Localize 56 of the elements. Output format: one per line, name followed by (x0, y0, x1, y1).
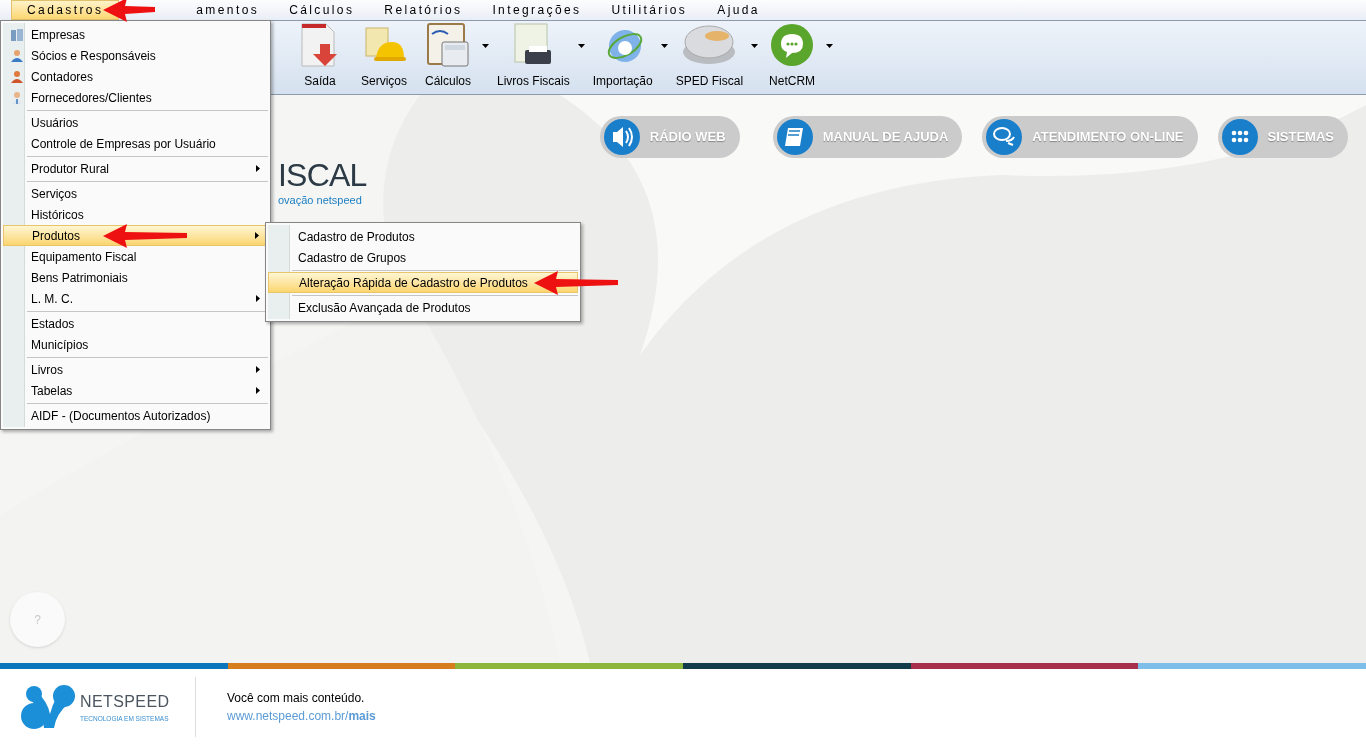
product-logo-subtitle: ovação netspeed (278, 193, 363, 208)
grid-dots-icon (1231, 130, 1248, 143)
chat-bubble-icon (769, 22, 816, 68)
menu-item[interactable]: Históricos (3, 204, 268, 225)
toolbar-button[interactable]: NetCRM (760, 22, 825, 90)
caret-icon[interactable] (751, 44, 759, 48)
menu-bar-item[interactable]: Utilitários (607, 0, 692, 20)
menu-item[interactable]: Controle de Empresas por Usuário (3, 133, 268, 154)
menu-item[interactable]: Alteração Rápida de Cadastro de Produtos (268, 272, 578, 293)
menu-bar-item[interactable]: Cadastros (11, 0, 120, 20)
toolbar-button[interactable]: Livros Fiscais (491, 22, 576, 90)
menu-item[interactable]: Produtor Rural (3, 158, 268, 179)
product-logo-title: ISCAL (278, 158, 368, 192)
person-icon (10, 90, 24, 105)
caret-icon[interactable] (482, 44, 489, 48)
menu-item[interactable]: Equipamento Fiscal (3, 246, 268, 267)
annotation-arrow (103, 0, 155, 22)
menu-item[interactable]: Cadastro de Produtos (268, 226, 578, 247)
netspeed-logo-icon (20, 684, 76, 730)
menu-bar-item[interactable]: Cálculos (285, 0, 359, 20)
menu-item[interactable]: Livros (3, 359, 268, 380)
menu-item[interactable]: Exclusão Avançada de Produtos (268, 297, 578, 318)
toolbar-button[interactable]: Cálculos (416, 22, 480, 90)
menu-item[interactable]: Usuários (3, 112, 268, 133)
menu-bar-item[interactable]: Ajuda (713, 0, 764, 20)
menu-item[interactable]: Sócios e Responsáveis (3, 45, 268, 66)
toolbar-button[interactable]: Saída (288, 22, 352, 90)
person-icon (10, 48, 24, 63)
menu-item[interactable]: Estados (3, 313, 268, 334)
toolbar-button[interactable]: Importação (586, 22, 659, 90)
book-icon (784, 128, 803, 146)
menu-bar-item[interactable]: Relatórios (380, 0, 467, 20)
menu-item[interactable]: Serviços (3, 183, 268, 204)
menu-item[interactable]: Municípios (3, 334, 268, 355)
speaker-icon (612, 127, 633, 147)
footer-message: Você com mais conteúdo. (227, 690, 366, 707)
menu-bar-item[interactable]: Integrações (488, 0, 586, 20)
brand-name: NETSPEED (80, 692, 170, 713)
caret-icon[interactable] (660, 44, 668, 48)
caret-icon[interactable] (577, 44, 585, 48)
chat-icon (993, 127, 1016, 146)
caret-icon[interactable] (826, 44, 834, 48)
menu-item[interactable]: Bens Patrimoniais (3, 267, 268, 288)
menu-item[interactable]: AIDF - (Documentos Autorizados) (3, 405, 268, 426)
menu-item[interactable]: Empresas (3, 24, 268, 45)
menu-bar-item[interactable]: amentos (192, 0, 264, 20)
menu-item[interactable]: Tabelas (3, 380, 268, 401)
building-icon (10, 27, 24, 42)
calculator-icon (426, 22, 470, 68)
menu-item[interactable]: Contadores (3, 66, 268, 87)
person-icon (10, 69, 24, 84)
menu-item[interactable]: Cadastro de Grupos (268, 247, 578, 268)
toolbar-button[interactable]: SPED Fiscal (669, 22, 750, 90)
toolbar-button[interactable]: Serviços (352, 22, 416, 90)
menu-item[interactable]: Fornecedores/Clientes (3, 87, 268, 108)
menu-item[interactable]: L. M. C. (3, 288, 268, 309)
